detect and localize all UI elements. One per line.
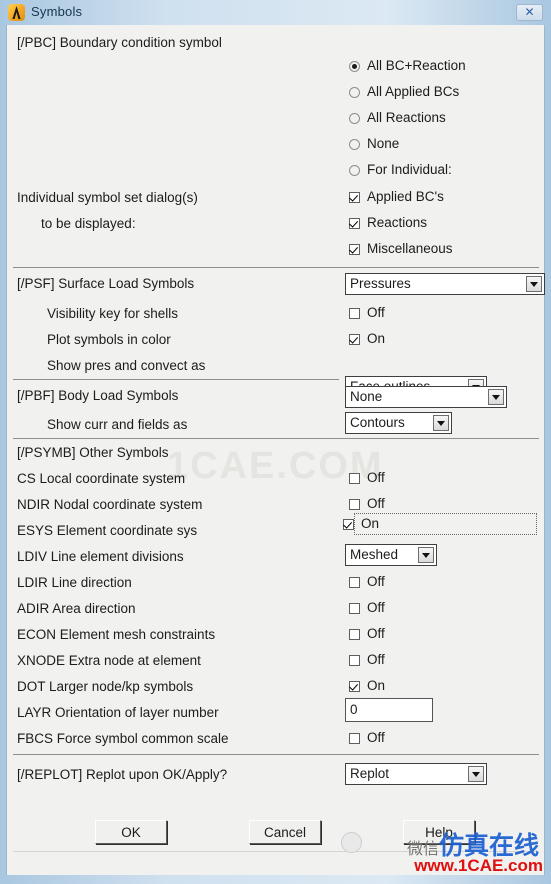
- radio-for-individual[interactable]: [349, 165, 360, 176]
- symbols-dialog-window: Symbols ✕ 1CAE.COM [/PBC] Boundary condi…: [0, 0, 551, 884]
- chevron-down-icon: [418, 547, 434, 563]
- show-pres-convect-label: Show pres and convect as: [47, 358, 206, 373]
- ok-button-label: OK: [121, 824, 141, 840]
- show-curr-fields-value: Contours: [350, 415, 405, 430]
- chevron-down-icon: [433, 415, 449, 431]
- show-curr-fields-label: Show curr and fields as: [47, 417, 188, 432]
- chevron-down-icon: [488, 389, 504, 405]
- dialog-client-area: 1CAE.COM [/PBC] Boundary condition symbo…: [6, 25, 545, 875]
- chevron-down-icon: [468, 766, 484, 782]
- row-label-ldir: LDIR Line direction: [17, 575, 132, 590]
- checkbox-ldir[interactable]: [349, 577, 360, 588]
- divider-3: [13, 438, 539, 439]
- row-label-cs: CS Local coordinate system: [17, 471, 186, 486]
- pbc-heading: [/PBC] Boundary condition symbol: [17, 35, 222, 50]
- ldiv-dropdown[interactable]: Meshed: [345, 544, 437, 566]
- state-ldir: Off: [367, 574, 385, 589]
- title-bar: Symbols ✕: [0, 0, 551, 25]
- divider-5: [13, 851, 539, 852]
- state-dot: On: [367, 678, 386, 693]
- row-label-layr: LAYR Orientation of layer number: [17, 705, 219, 720]
- surface-load-symbols-value: Pressures: [350, 276, 411, 291]
- cancel-button-label: Cancel: [263, 824, 307, 840]
- row-label-econ: ECON Element mesh constraints: [17, 627, 216, 642]
- replot-value: Replot: [350, 766, 390, 781]
- checkbox-label-applied-bcs: Applied BC's: [367, 189, 444, 204]
- checkbox-esys[interactable]: [343, 519, 354, 530]
- checkbox-plot-symbols-color[interactable]: [349, 334, 360, 345]
- chevron-down-icon: [526, 276, 542, 292]
- divider-1: [13, 267, 539, 268]
- ldiv-value: Meshed: [350, 547, 399, 562]
- layr-input[interactable]: 0: [345, 698, 433, 722]
- window-title: Symbols: [31, 4, 83, 19]
- focus-indicator-esys: [354, 513, 537, 535]
- checkbox-dot[interactable]: [349, 681, 360, 692]
- psf-heading: [/PSF] Surface Load Symbols: [17, 276, 195, 291]
- divider-4: [13, 754, 539, 755]
- row-label-adir: ADIR Area direction: [17, 601, 136, 616]
- row-label-esys: ESYS Element coordinate sys: [17, 523, 198, 538]
- visibility-key-shells-label: Visibility key for shells: [47, 306, 179, 321]
- plot-symbols-color-label: Plot symbols in color: [47, 332, 171, 347]
- psymb-heading: [/PSYMB] Other Symbols: [17, 445, 169, 460]
- row-label-fbcs: FBCS Force symbol common scale: [17, 731, 229, 746]
- close-icon: ✕: [524, 5, 535, 19]
- state-esys: On: [361, 516, 380, 531]
- checkbox-ndir[interactable]: [349, 499, 360, 510]
- radio-label-all-reactions: All Reactions: [367, 110, 446, 125]
- checkbox-visibility-key-shells[interactable]: [349, 308, 360, 319]
- radio-label-all-applied-bcs: All Applied BCs: [367, 84, 460, 99]
- surface-load-symbols-dropdown[interactable]: Pressures: [345, 273, 545, 295]
- pbf-heading: [/PBF] Body Load Symbols: [17, 388, 179, 403]
- checkbox-miscellaneous[interactable]: [349, 244, 360, 255]
- radio-label-all-bc-reaction: All BC+Reaction: [367, 58, 466, 73]
- help-button[interactable]: Help: [403, 820, 475, 844]
- row-label-ldiv: LDIV Line element divisions: [17, 549, 184, 564]
- individual-symbol-set-label: Individual symbol set dialog(s): [17, 190, 198, 205]
- radio-label-none: None: [367, 136, 400, 151]
- checkbox-cs[interactable]: [349, 473, 360, 484]
- state-econ: Off: [367, 626, 385, 641]
- state-xnode: Off: [367, 652, 385, 667]
- radio-all-applied-bcs[interactable]: [349, 87, 360, 98]
- state-ndir: Off: [367, 496, 385, 511]
- layr-value: 0: [350, 702, 358, 717]
- replot-dropdown[interactable]: Replot: [345, 763, 487, 785]
- checkbox-adir[interactable]: [349, 603, 360, 614]
- checkbox-label-reactions: Reactions: [367, 215, 428, 230]
- checkbox-label-miscellaneous: Miscellaneous: [367, 241, 453, 256]
- cancel-button[interactable]: Cancel: [249, 820, 321, 844]
- body-load-symbols-value: None: [350, 389, 383, 404]
- radio-label-for-individual: For Individual:: [367, 162, 452, 177]
- state-visibility-key-shells: Off: [367, 305, 385, 320]
- radio-none[interactable]: [349, 139, 360, 150]
- checkbox-econ[interactable]: [349, 629, 360, 640]
- body-load-symbols-dropdown[interactable]: None: [345, 386, 507, 408]
- ansys-logo-icon: [8, 4, 25, 21]
- row-label-ndir: NDIR Nodal coordinate system: [17, 497, 203, 512]
- radio-all-bc-reaction[interactable]: [349, 61, 360, 72]
- checkbox-xnode[interactable]: [349, 655, 360, 666]
- checkbox-fbcs[interactable]: [349, 733, 360, 744]
- checkbox-reactions[interactable]: [349, 218, 360, 229]
- radio-all-reactions[interactable]: [349, 113, 360, 124]
- state-fbcs: Off: [367, 730, 385, 745]
- show-curr-fields-dropdown[interactable]: Contours: [345, 412, 452, 434]
- state-plot-symbols-color: On: [367, 331, 386, 346]
- divider-2a: [13, 379, 339, 380]
- state-cs: Off: [367, 470, 385, 485]
- checkbox-applied-bcs[interactable]: [349, 192, 360, 203]
- close-button[interactable]: ✕: [516, 4, 543, 21]
- state-adir: Off: [367, 600, 385, 615]
- ok-button[interactable]: OK: [95, 820, 167, 844]
- to-be-displayed-label: to be displayed:: [41, 216, 136, 231]
- row-label-xnode: XNODE Extra node at element: [17, 653, 201, 668]
- row-label-dot: DOT Larger node/kp symbols: [17, 679, 194, 694]
- replot-label: [/REPLOT] Replot upon OK/Apply?: [17, 767, 228, 782]
- help-button-label: Help: [425, 824, 453, 840]
